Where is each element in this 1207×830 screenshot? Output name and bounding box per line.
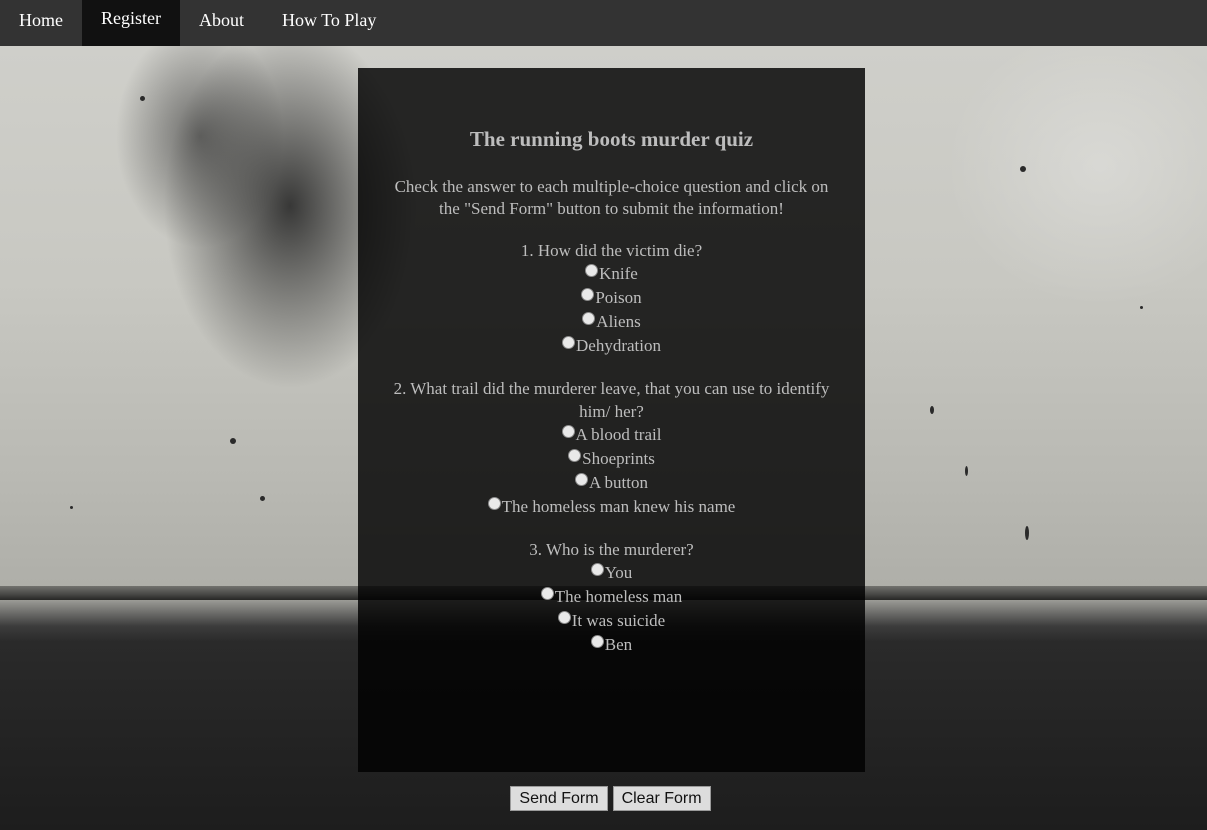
option-label: A button (588, 473, 649, 492)
top-navigation: Home Register About How To Play (0, 0, 1207, 46)
radio-button[interactable] (582, 312, 596, 325)
nav-how-to-play[interactable]: How To Play (263, 0, 395, 40)
option-label: It was suicide (571, 611, 666, 630)
q3-option-homeless-man[interactable]: The homeless man (358, 585, 865, 609)
quiz-panel: The running boots murder quiz Check the … (358, 68, 865, 772)
option-label: A blood trail (575, 425, 662, 444)
option-label: Poison (595, 288, 642, 307)
radio-button[interactable] (540, 587, 554, 600)
background-speck (930, 406, 934, 414)
radio-button[interactable] (574, 473, 588, 486)
background-speck (140, 96, 145, 101)
radio-button[interactable] (590, 635, 604, 648)
q3-option-ben[interactable]: Ben (358, 633, 865, 657)
q1-option-aliens[interactable]: Aliens (358, 310, 865, 334)
background-speck (230, 438, 236, 444)
option-label: Ben (604, 635, 633, 654)
q1-option-knife[interactable]: Knife (358, 262, 865, 286)
form-button-row: Send Form Clear Form (0, 786, 1207, 811)
quiz-title: The running boots murder quiz (469, 127, 754, 151)
nav-home[interactable]: Home (0, 0, 82, 40)
send-form-button[interactable]: Send Form (510, 786, 608, 811)
radio-button[interactable] (487, 497, 501, 510)
option-label: The homeless man (554, 587, 683, 606)
question-2-text: 2. What trail did the murderer leave, th… (393, 379, 830, 421)
radio-button[interactable] (562, 336, 575, 349)
radio-button[interactable] (581, 288, 595, 301)
background-speck (1025, 526, 1029, 540)
question-1: 1. How did the victim die? Knife Poison … (358, 239, 865, 358)
question-2: 2. What trail did the murderer leave, th… (358, 377, 865, 519)
background-speck (70, 506, 73, 509)
nav-about[interactable]: About (180, 0, 263, 40)
option-label: Aliens (596, 312, 641, 331)
q2-option-homeless-man[interactable]: The homeless man knew his name (358, 495, 865, 519)
q2-option-blood-trail[interactable]: A blood trail (358, 423, 865, 447)
background-speck (965, 466, 968, 476)
q3-option-suicide[interactable]: It was suicide (358, 609, 865, 633)
quiz-instructions: Check the answer to each multiple-choice… (394, 177, 829, 218)
q3-option-you[interactable]: You (358, 561, 865, 585)
background-speck (1140, 306, 1143, 309)
q2-option-button[interactable]: A button (358, 471, 865, 495)
radio-button[interactable] (557, 611, 571, 624)
radio-button[interactable] (585, 264, 599, 277)
question-3-text: 3. Who is the murderer? (529, 540, 694, 559)
question-3: 3. Who is the murderer? You The homeless… (358, 538, 865, 657)
q2-option-shoeprints[interactable]: Shoeprints (358, 447, 865, 471)
background-speck (260, 496, 265, 501)
radio-button[interactable] (568, 449, 582, 462)
nav-register[interactable]: Register (82, 0, 180, 46)
radio-button[interactable] (590, 563, 604, 576)
background-speck (1020, 166, 1026, 172)
q1-option-poison[interactable]: Poison (358, 286, 865, 310)
question-1-text: 1. How did the victim die? (520, 241, 703, 260)
option-label: Knife (599, 264, 638, 283)
radio-button[interactable] (561, 425, 575, 438)
option-label: The homeless man knew his name (501, 497, 736, 516)
clear-form-button[interactable]: Clear Form (612, 786, 711, 811)
option-label: Dehydration (576, 336, 661, 355)
q1-option-dehydration[interactable]: Dehydration (358, 334, 865, 358)
option-label: You (604, 563, 633, 582)
option-label: Shoeprints (582, 449, 655, 468)
